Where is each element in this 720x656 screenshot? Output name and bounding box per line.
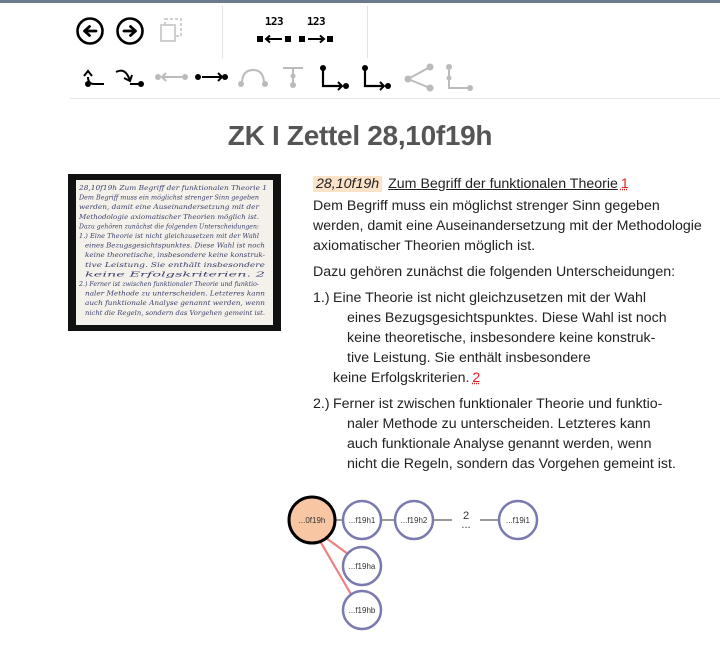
zettel-graph: ...0f19h ...f19h1 ...f19h2 2 ... ...f19i… bbox=[287, 495, 539, 631]
note-id-link[interactable]: 28,10f19h bbox=[313, 176, 383, 192]
bar-arrow-right-icon bbox=[299, 34, 333, 44]
paragraph-1: Dem Begriff muss ein möglichst strenger … bbox=[313, 198, 702, 254]
prev-sibling-icon bbox=[155, 72, 188, 82]
branch-up-button[interactable] bbox=[280, 63, 306, 91]
graph-node-label: ...f19i1 bbox=[506, 516, 531, 525]
graph-node-sibling-3[interactable]: ...f19i1 bbox=[497, 499, 539, 541]
list-item-2-line: naler Methode zu unterscheiden. Letztere… bbox=[347, 416, 651, 432]
count-left-label: 123 bbox=[264, 15, 284, 28]
graph-gap-dots: ... bbox=[461, 519, 470, 531]
note-content: 28,10f19h Zum Begriff der funktionalen Th… bbox=[313, 174, 705, 480]
arrow-right-circle-icon bbox=[116, 17, 144, 45]
list-item-2-number: 2.) bbox=[313, 396, 330, 412]
share-icon bbox=[404, 63, 434, 92]
arc-button[interactable] bbox=[236, 63, 270, 91]
paragraph-2: Dazu gehören zunächst die folgenden Unte… bbox=[313, 264, 676, 280]
graph-node-label: ...f19hb bbox=[349, 606, 376, 615]
footnote-2-link[interactable]: 2 bbox=[472, 370, 480, 386]
list-item-1: 1.) Eine Theorie ist nicht gleichzusetze… bbox=[313, 288, 705, 388]
toolbar-divider bbox=[222, 6, 223, 58]
branch-up-icon bbox=[283, 67, 303, 88]
zettel-scan-image[interactable]: 28,10f19h Zum Begriff der funktionalen T… bbox=[68, 174, 281, 331]
scan-card: 28,10f19h Zum Begriff der funktionalen T… bbox=[76, 180, 273, 325]
list-item-1-line: tive Leistung. Sie enthält insbesondere bbox=[347, 350, 591, 366]
branch-down-2-button[interactable] bbox=[360, 63, 392, 93]
link-back-button[interactable] bbox=[82, 63, 108, 91]
handwriting-scan: 28,10f19h Zum Begriff der funktionalen T… bbox=[78, 184, 267, 317]
list-item-1-line: eines Bezugsgesichtspunktes. Diese Wahl … bbox=[347, 310, 667, 326]
arrow-left-circle-icon bbox=[76, 17, 104, 45]
scan-handwriting-line: keine theoretische, insbesondere keine k… bbox=[85, 251, 265, 259]
toolbar: 123 123 bbox=[70, 3, 720, 98]
jump-right-button[interactable] bbox=[298, 31, 334, 47]
graph-node-child-2[interactable]: ...f19hb bbox=[341, 589, 383, 631]
scan-handwriting-line: keine Erfolgskriterien. 2 bbox=[85, 270, 265, 278]
next-sibling-icon bbox=[195, 72, 228, 82]
scan-handwriting-line: 1.) Eine Theorie ist nicht gleichzusetze… bbox=[79, 232, 259, 240]
graph-node-current-label: ...0f19h bbox=[299, 516, 326, 525]
scan-handwriting-line: tive Leistung. Sie enthält insbesondere bbox=[85, 261, 265, 269]
graph-node-sibling-2[interactable]: ...f19h2 bbox=[393, 499, 435, 541]
graph-node-label: ...f19h1 bbox=[349, 516, 376, 525]
list-item-2-line: auch funktionale Analyse genannt werden,… bbox=[347, 436, 652, 452]
toolbar-bottom-divider bbox=[70, 98, 720, 99]
jump-left-button[interactable] bbox=[256, 31, 292, 47]
list-item-2-line: nicht die Regeln, sondern das Vorgehen g… bbox=[347, 456, 676, 472]
copy-icon bbox=[160, 18, 182, 42]
next-sibling-button[interactable] bbox=[194, 65, 230, 89]
prev-sibling-button[interactable] bbox=[154, 65, 190, 89]
scan-handwriting-line: Methodologie axiomatischer Theorien mögl… bbox=[78, 213, 259, 221]
scan-handwriting-line: naler Methode zu unterscheiden. Letztere… bbox=[85, 290, 265, 298]
tree-icon bbox=[446, 64, 473, 91]
footnote-1-link[interactable]: 1 bbox=[621, 176, 629, 192]
graph-node-child-1[interactable]: ...f19ha bbox=[341, 545, 383, 587]
list-item-1-text: Eine Theorie ist nicht gleichzusetzen mi… bbox=[333, 288, 705, 388]
branch-down-2-icon bbox=[362, 65, 391, 91]
tree-button[interactable] bbox=[444, 61, 474, 93]
arc-icon bbox=[238, 68, 268, 87]
list-item-2: 2.) Ferner ist zwischen funktionaler The… bbox=[313, 394, 705, 474]
note-heading[interactable]: Zum Begriff der funktionalen Theorie bbox=[388, 176, 618, 192]
scan-handwriting-line: Dem Begriff muss ein möglichst strenger … bbox=[78, 194, 259, 202]
list-item-2-text: Ferner ist zwischen funktionaler Theorie… bbox=[333, 394, 705, 474]
scan-handwriting-line: 2.) Ferner ist zwischen funktionaler The… bbox=[78, 280, 259, 288]
back-button[interactable] bbox=[74, 15, 106, 47]
scan-handwriting-line: werden, damit eine Auseinandersetzung mi… bbox=[79, 203, 260, 211]
list-item-1-line: keine Erfolgskriterien. bbox=[333, 370, 470, 386]
scan-handwriting-line: eines Bezugsgesichtspunktes. Diese Wahl … bbox=[85, 242, 265, 250]
graph-node-label: ...f19h2 bbox=[401, 516, 428, 525]
share-button[interactable] bbox=[402, 61, 436, 93]
scan-handwriting-line: nicht die Regeln, sondern das Vorgehen g… bbox=[85, 309, 265, 317]
count-right-label: 123 bbox=[306, 15, 326, 28]
branch-down-icon bbox=[320, 65, 349, 91]
link-forward-icon bbox=[115, 69, 144, 87]
graph-node-label: ...f19ha bbox=[349, 562, 376, 571]
copy-button[interactable] bbox=[156, 15, 186, 47]
link-forward-button[interactable] bbox=[114, 63, 146, 91]
graph-child-edge bbox=[325, 537, 349, 555]
page-title: ZK I Zettel 28,10f19h bbox=[227, 120, 493, 151]
scan-handwriting-line: auch funktionale Analyse genannt werden,… bbox=[85, 299, 265, 307]
note-heading-line: 28,10f19h Zum Begriff der funktionalen Th… bbox=[313, 174, 705, 194]
list-item-1-line-last: keine Erfolgskriterien. 2 bbox=[333, 368, 705, 388]
list-item-1-line: Eine Theorie ist nicht gleichzusetzen mi… bbox=[333, 290, 647, 306]
list-item-1-number: 1.) bbox=[313, 290, 330, 306]
graph-node-sibling-1[interactable]: ...f19h1 bbox=[341, 499, 383, 541]
link-back-icon bbox=[83, 69, 104, 87]
toolbar-divider-2 bbox=[367, 6, 368, 58]
bar-arrow-left-icon bbox=[257, 34, 291, 44]
graph-node-current[interactable]: ...0f19h bbox=[287, 495, 337, 545]
list-item-2-line: Ferner ist zwischen funktionaler Theorie… bbox=[333, 396, 663, 412]
scan-handwriting-line: 28,10f19h Zum Begriff der funktionalen T… bbox=[78, 184, 267, 192]
scan-handwriting-line: Dazu gehören zunächst die folgenden Unte… bbox=[78, 222, 259, 230]
list-item-1-line: keine theoretische, insbesondere keine k… bbox=[347, 330, 656, 346]
forward-button[interactable] bbox=[114, 15, 146, 47]
branch-down-button[interactable] bbox=[318, 63, 350, 93]
